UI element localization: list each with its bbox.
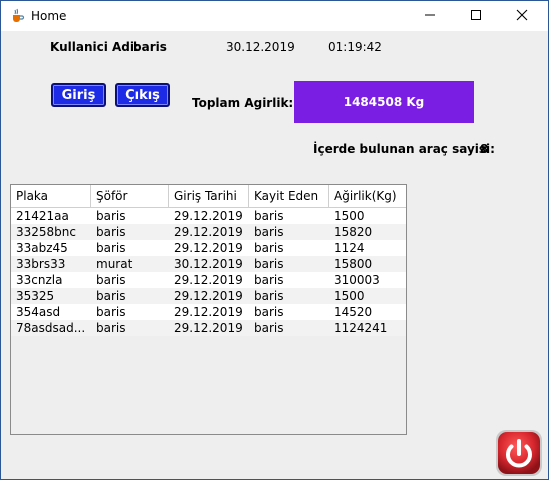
window-title: Home	[31, 9, 67, 23]
column-header-weight[interactable]: Ağirlik(Kg)	[329, 185, 406, 207]
cell-driver: murat	[96, 257, 133, 271]
cell-plate: 21421aa	[16, 209, 69, 223]
cell-weight: 1124241	[334, 321, 388, 335]
table-row[interactable]: 33brs33 murat 30.12.2019 baris 15800	[11, 256, 406, 272]
cell-entry-date: 29.12.2019	[174, 273, 243, 287]
column-header-entry-date[interactable]: Giriş Tarihi	[169, 185, 249, 207]
cell-recorded-by: baris	[254, 225, 284, 239]
maximize-icon	[470, 9, 482, 24]
main-panel: Kullanici Adi: baris 30.12.2019 01:19:42…	[1, 31, 548, 479]
cell-entry-date: 29.12.2019	[174, 241, 243, 255]
cell-plate: 33abz45	[16, 241, 68, 255]
total-weight-label: Toplam Agirlik:	[192, 96, 294, 110]
cell-recorded-by: baris	[254, 209, 284, 223]
cell-weight: 1124	[334, 241, 365, 255]
table-row[interactable]: 354asd baris 29.12.2019 baris 14520	[11, 304, 406, 320]
home-window: Home Kullanici Adi: baris 30.12.2019 01:…	[0, 0, 549, 480]
table-row[interactable]: 33258bnc baris 29.12.2019 baris 15820	[11, 224, 406, 240]
cell-entry-date: 29.12.2019	[174, 321, 243, 335]
table-header: Plaka Şöför Giriş Tarihi Kayit Eden Ağir…	[11, 185, 406, 208]
logout-button[interactable]: Çıkış	[115, 83, 170, 107]
vehicles-inside-label: İçerde bulunan araç sayisi:	[313, 142, 495, 156]
cell-weight: 310003	[334, 273, 380, 287]
cell-entry-date: 29.12.2019	[174, 209, 243, 223]
java-cup-icon	[9, 8, 25, 24]
cell-plate: 33cnzla	[16, 273, 63, 287]
cell-driver: baris	[96, 273, 126, 287]
cell-plate: 33258bnc	[16, 225, 76, 239]
cell-plate: 78asdsad...	[16, 321, 86, 335]
cell-recorded-by: baris	[254, 257, 284, 271]
login-button[interactable]: Giriş	[51, 83, 106, 107]
column-header-driver[interactable]: Şöför	[91, 185, 169, 207]
cell-recorded-by: baris	[254, 305, 284, 319]
table-row[interactable]: 35325 baris 29.12.2019 baris 1500	[11, 288, 406, 304]
username-value: baris	[133, 40, 167, 54]
total-weight-value: 1484508 Kg	[294, 81, 474, 123]
cell-driver: baris	[96, 241, 126, 255]
column-header-plate[interactable]: Plaka	[11, 185, 91, 207]
cell-entry-date: 30.12.2019	[174, 257, 243, 271]
vehicle-table[interactable]: Plaka Şöför Giriş Tarihi Kayit Eden Ağir…	[10, 184, 407, 435]
title-bar[interactable]: Home	[1, 1, 548, 31]
vehicles-inside-count: 8	[480, 142, 489, 156]
cell-driver: baris	[96, 321, 126, 335]
maximize-button[interactable]	[453, 1, 499, 31]
cell-recorded-by: baris	[254, 289, 284, 303]
cell-recorded-by: baris	[254, 241, 284, 255]
username-label: Kullanici Adi:	[50, 40, 139, 54]
cell-weight: 14520	[334, 305, 373, 319]
column-header-recorded-by[interactable]: Kayit Eden	[249, 185, 329, 207]
current-date: 30.12.2019	[226, 40, 295, 54]
table-row[interactable]: 33abz45 baris 29.12.2019 baris 1124	[11, 240, 406, 256]
current-time: 01:19:42	[328, 40, 382, 54]
power-icon	[495, 430, 543, 480]
table-body: 21421aa baris 29.12.2019 baris 1500 3325…	[11, 208, 406, 336]
cell-recorded-by: baris	[254, 321, 284, 335]
minimize-icon	[424, 9, 436, 24]
cell-weight: 15800	[334, 257, 373, 271]
cell-entry-date: 29.12.2019	[174, 305, 243, 319]
cell-weight: 15820	[334, 225, 373, 239]
cell-driver: baris	[96, 225, 126, 239]
cell-weight: 1500	[334, 289, 365, 303]
cell-driver: baris	[96, 209, 126, 223]
close-button[interactable]	[499, 1, 545, 31]
cell-plate: 33brs33	[16, 257, 66, 271]
cell-driver: baris	[96, 305, 126, 319]
cell-driver: baris	[96, 289, 126, 303]
table-row[interactable]: 21421aa baris 29.12.2019 baris 1500	[11, 208, 406, 224]
close-icon	[516, 9, 528, 24]
minimize-button[interactable]	[407, 1, 453, 31]
cell-plate: 35325	[16, 289, 55, 303]
cell-weight: 1500	[334, 209, 365, 223]
table-row[interactable]: 33cnzla baris 29.12.2019 baris 310003	[11, 272, 406, 288]
cell-recorded-by: baris	[254, 273, 284, 287]
cell-plate: 354asd	[16, 305, 61, 319]
cell-entry-date: 29.12.2019	[174, 289, 243, 303]
cell-entry-date: 29.12.2019	[174, 225, 243, 239]
power-button[interactable]	[495, 429, 543, 477]
table-row[interactable]: 78asdsad... baris 29.12.2019 baris 11242…	[11, 320, 406, 336]
